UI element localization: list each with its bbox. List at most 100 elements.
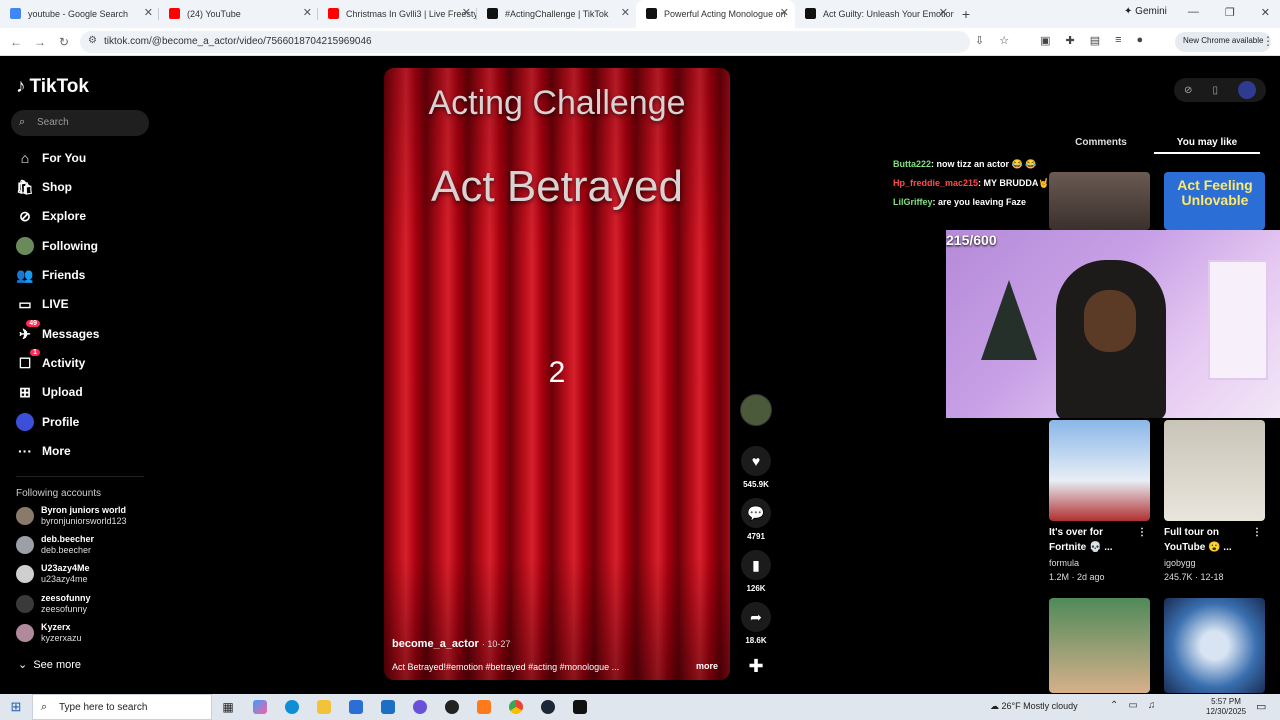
tab-you-may-like[interactable]: You may like [1154,132,1260,154]
account-name: U23azy4Me [41,563,90,573]
back-icon[interactable]: ← [4,35,28,49]
minimize-icon[interactable]: — [1188,6,1199,19]
nav-explore[interactable]: ⊘ Explore [16,205,86,227]
see-more-button[interactable]: ⌄ See more [18,658,81,671]
install-app-icon[interactable]: ⇩ [975,34,984,47]
settings-icon[interactable]: ⊘ [1184,85,1192,96]
tab-title: (24) YouTube [187,9,241,19]
close-window-icon[interactable]: ✕ [1261,6,1270,19]
following-account[interactable]: U23azy4Me u23azy4me [16,563,90,585]
browser-tab-active[interactable]: Powerful Acting Monologue on ✕ [636,0,795,28]
caption-more-button[interactable]: more [696,661,718,671]
browser-tab[interactable]: youtube - Google Search ✕ [0,0,159,28]
nav-live[interactable]: ▭ LIVE [16,293,68,315]
scroll-handle[interactable]: ✚ [738,656,774,677]
taskbar-clock[interactable]: 5:57 PM 12/30/2025 [1206,697,1246,717]
creator-avatar[interactable] [738,394,774,426]
share-button[interactable]: ➦ 18.6K [738,602,774,645]
extension-icon[interactable]: ▣ [1040,34,1050,47]
forward-icon[interactable]: → [28,35,52,49]
nav-more[interactable]: ··· More [16,440,71,462]
edge-icon[interactable] [276,694,308,720]
nav-upload[interactable]: ⊞ Upload [16,381,83,403]
card-menu-icon[interactable]: ⋮ [1137,525,1147,540]
site-info-icon[interactable]: ⚙ [88,35,97,46]
recommended-video-thumb[interactable]: Act Feeling Unlovable [1164,172,1265,230]
nav-following[interactable]: Following [16,235,98,257]
app-icon[interactable] [468,694,500,720]
kebab-menu-icon[interactable]: ⋮ [1262,34,1274,48]
nav-activity[interactable]: ☐ 1 Activity [16,349,85,374]
following-account[interactable]: zeesofunny zeesofunny [16,593,91,615]
address-bar[interactable]: ⚙ tiktok.com/@become_a_actor/video/75660… [80,31,970,53]
recommended-video-thumb[interactable] [1049,598,1150,693]
nav-shop[interactable]: 🛍 Shop [16,176,72,198]
bookmark-star-icon[interactable]: ☆ [999,34,1009,47]
outlook-icon[interactable] [372,694,404,720]
tiktok-logo[interactable]: ♪ TikTok [16,76,89,98]
streamer-face [1084,290,1136,352]
tab-comments[interactable]: Comments [1048,132,1154,154]
new-chrome-available-button[interactable]: New Chrome available [1175,32,1272,52]
recommended-video-thumb[interactable] [1049,420,1150,521]
store-icon[interactable] [340,694,372,720]
browser-tab[interactable]: Act Guilty: Unleash Your Emotion ✕ [795,0,954,28]
notification-icon[interactable]: ▭ [1256,700,1266,713]
copilot-icon[interactable] [244,694,276,720]
close-tab-icon[interactable]: ✕ [780,6,789,19]
capcut-icon[interactable] [564,694,596,720]
device-icon[interactable]: ▯ [1212,85,1218,96]
nav-for-you[interactable]: ⌂ For You [16,147,86,169]
save-button[interactable]: ▮ 126K [738,550,774,593]
card-author[interactable]: formula [1049,558,1079,568]
steam-icon[interactable] [532,694,564,720]
nav-messages[interactable]: ✈ 49 Messages [16,320,99,345]
comment-button[interactable]: 💬 4791 [738,498,774,541]
discord-icon[interactable] [404,694,436,720]
browser-tab[interactable]: Christmas In Gvlli3 | Live Freestyle ✕ [318,0,477,28]
sidebar-icon[interactable]: ▤ [1090,34,1100,47]
following-account[interactable]: Kyzerx kyzerxazu [16,622,82,644]
close-tab-icon[interactable]: ✕ [621,6,630,19]
weather-widget[interactable]: ☁ 26°F Mostly cloudy [990,701,1078,712]
maximize-icon[interactable]: ❐ [1225,6,1235,19]
gemini-button[interactable]: ✦ Gemini [1124,6,1167,17]
close-tab-icon[interactable]: ✕ [303,6,312,19]
video-author[interactable]: become_a_actor · 10-27 [392,638,510,650]
card-title[interactable]: It's over for Fortnite 💀 ... [1049,525,1139,555]
new-tab-button[interactable]: + [954,6,978,22]
browser-tab[interactable]: (24) YouTube ✕ [159,0,318,28]
nav-friends[interactable]: 👥 Friends [16,264,85,286]
recommended-video-thumb[interactable] [1164,420,1265,521]
close-tab-icon[interactable]: ✕ [939,6,948,19]
like-button[interactable]: ♥ 545.9K [738,446,774,489]
user-avatar-icon[interactable] [1237,81,1256,99]
following-account[interactable]: Byron juniors world byronjuniorsworld123 [16,505,127,527]
file-explorer-icon[interactable] [308,694,340,720]
close-tab-icon[interactable]: ✕ [462,6,471,19]
profile-avatar-icon[interactable]: ● [1137,34,1144,47]
card-title[interactable]: Full tour on YouTube 😮 ... [1164,525,1254,555]
author-name[interactable]: become_a_actor [392,638,479,650]
windows-start-icon[interactable]: ⊞ [0,699,32,715]
nav-profile[interactable]: Profile [16,411,79,433]
card-menu-icon[interactable]: ⋮ [1252,525,1262,540]
chrome-icon[interactable] [500,694,532,720]
card-author[interactable]: igobygg [1164,558,1196,568]
recommended-video-thumb[interactable] [1164,598,1265,693]
browser-tab[interactable]: #ActingChallenge | TikTok ✕ [477,0,636,28]
volume-icon[interactable]: ♫ [1148,700,1156,711]
taskbar-search-input[interactable]: ⌕ Type here to search [32,694,212,720]
chevron-up-icon[interactable]: ⌃ [1110,700,1118,711]
network-icon[interactable]: ▭ [1128,700,1137,711]
recommended-video-thumb[interactable] [1049,172,1150,230]
following-account[interactable]: deb.beecher deb.beecher [16,534,94,556]
search-input[interactable]: ⌕ Search [11,110,149,136]
task-view-icon[interactable]: ▦ [212,694,244,720]
video-player[interactable]: Acting Challenge Act Betrayed 2 become_a… [384,68,730,680]
puzzle-icon[interactable]: ✚ [1066,34,1075,47]
obs-icon[interactable] [436,694,468,720]
menu-list-icon[interactable]: ≡ [1115,34,1121,47]
close-tab-icon[interactable]: ✕ [144,6,153,19]
reload-icon[interactable]: ↻ [52,35,76,49]
